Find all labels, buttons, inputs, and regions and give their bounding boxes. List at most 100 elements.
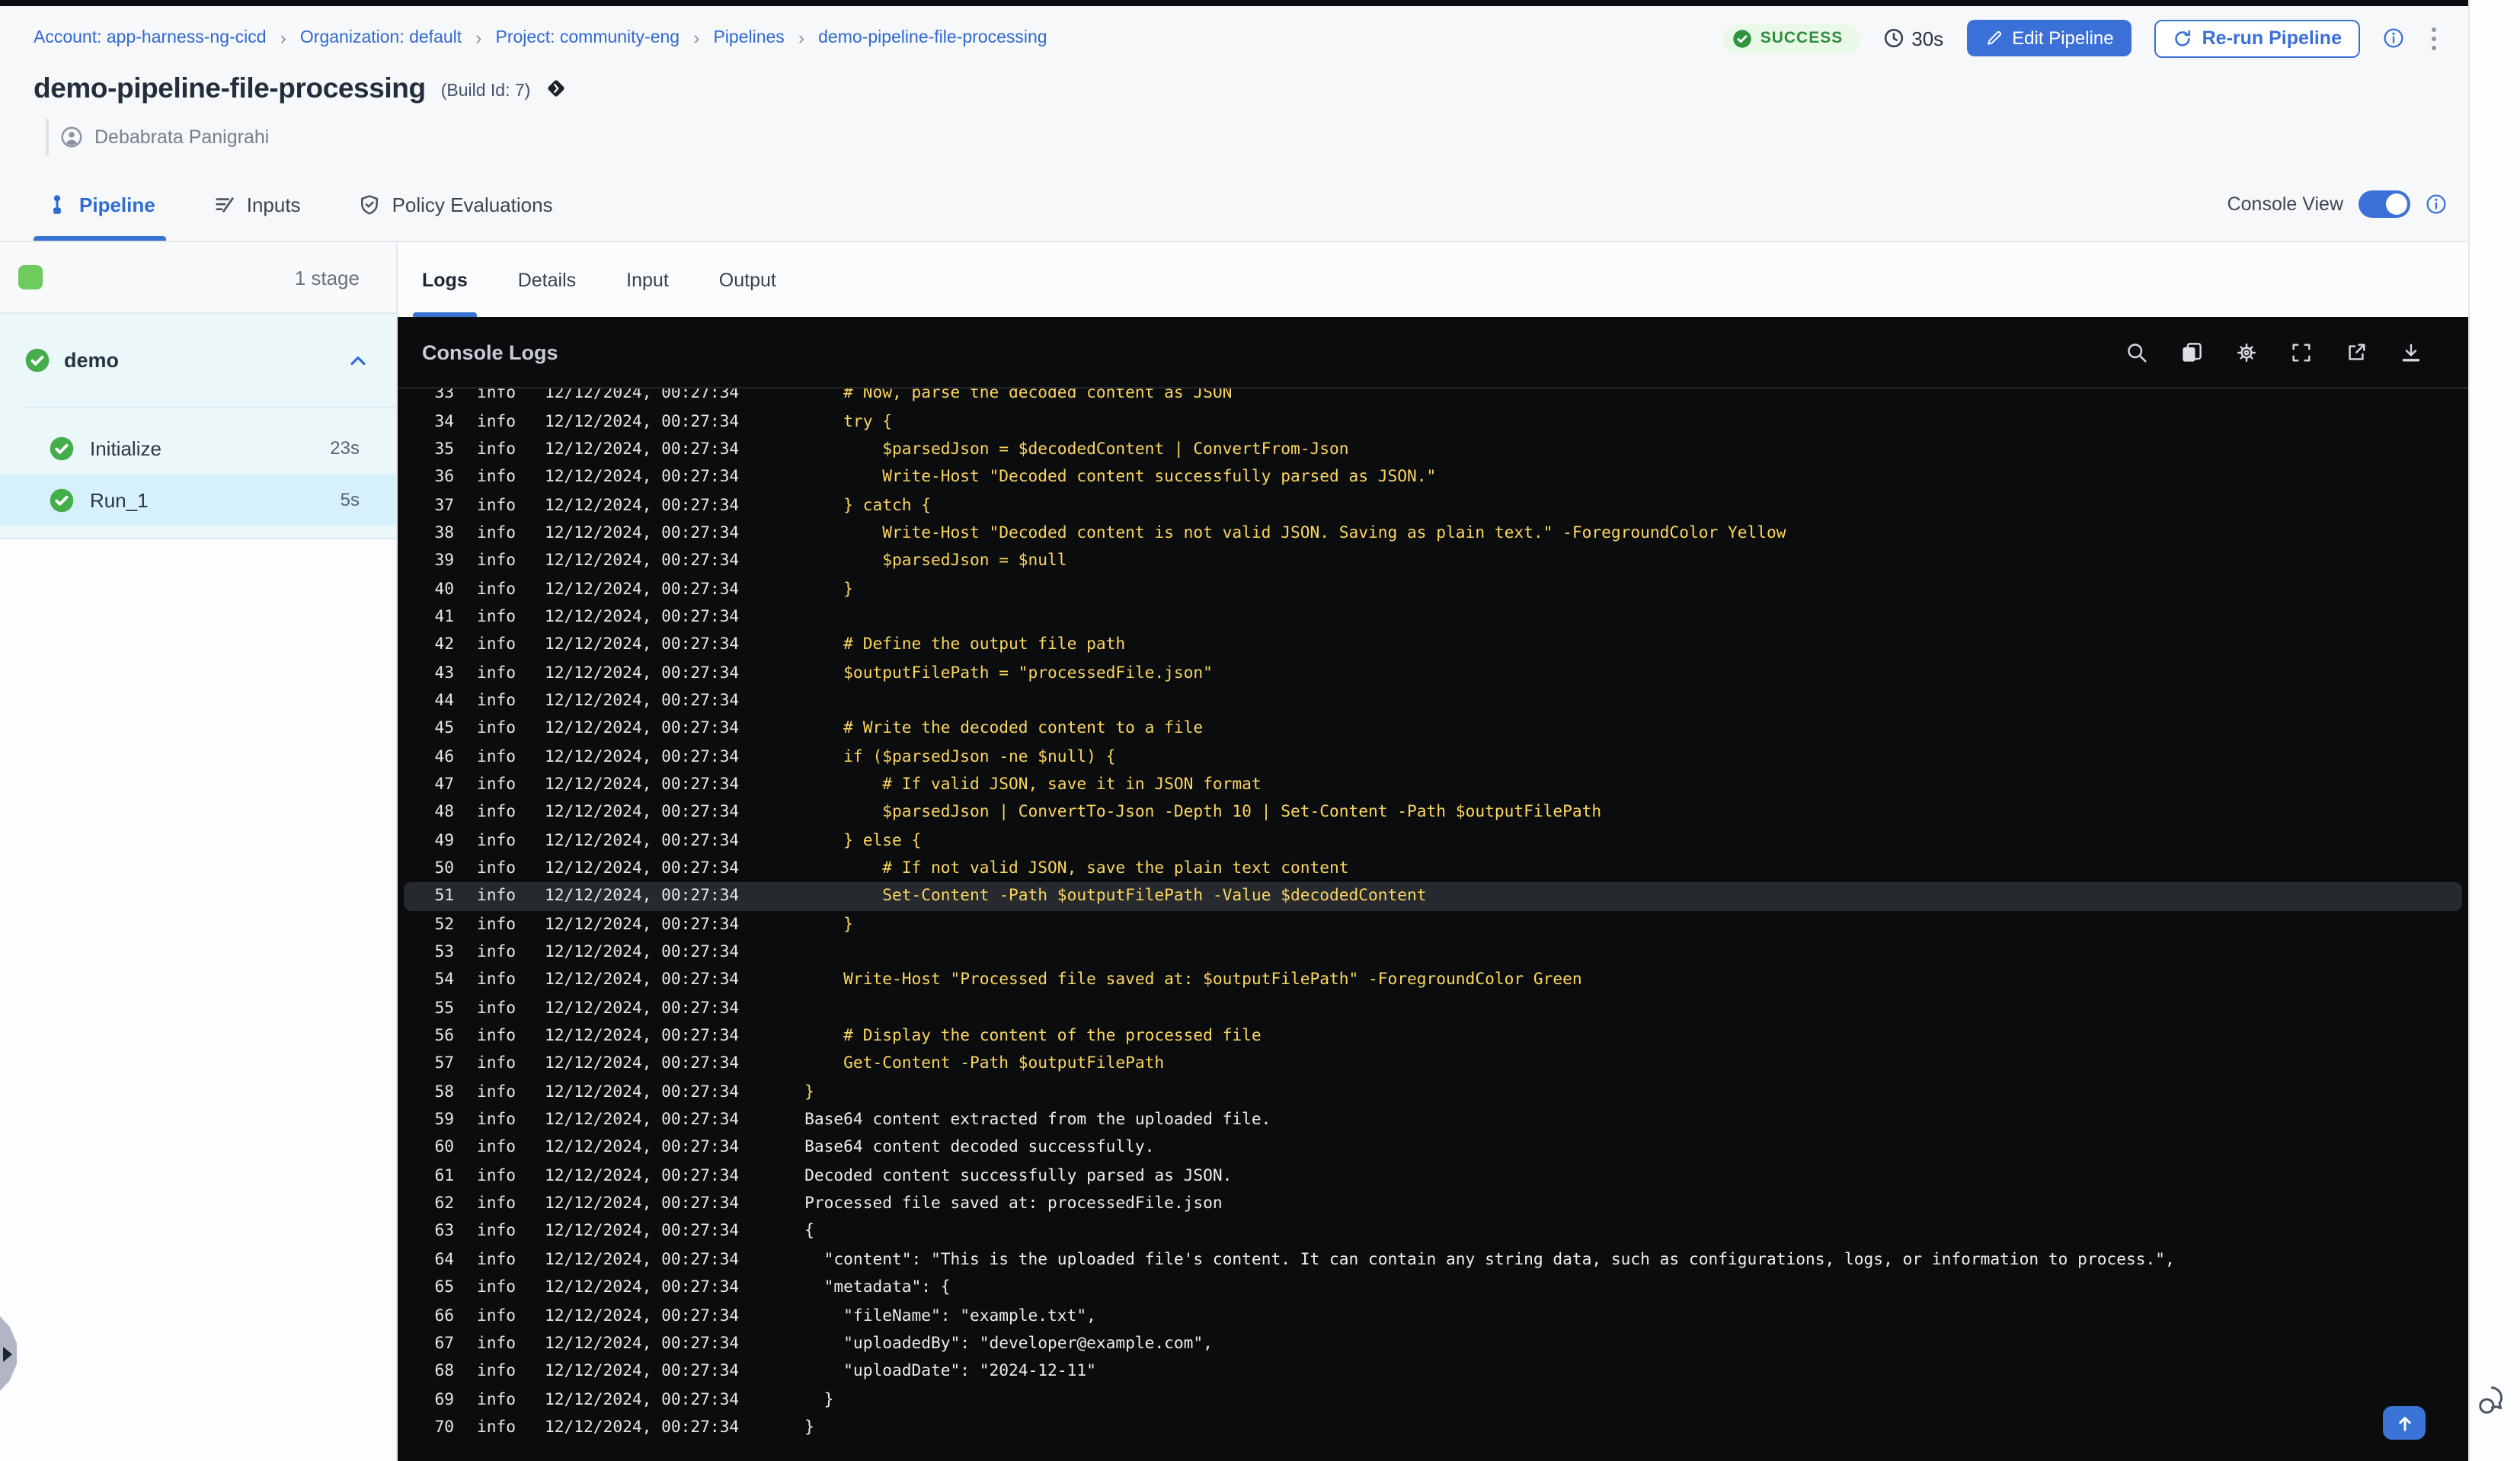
fullscreen-icon[interactable]	[2290, 340, 2313, 363]
log-line-52[interactable]: 52 info 12/12/2024, 00:27:34 }	[398, 910, 2468, 938]
log-line-67[interactable]: 67 info 12/12/2024, 00:27:34 "uploadedBy":…	[398, 1329, 2468, 1357]
log-timestamp: 12/12/2024, 00:27:34	[545, 943, 740, 962]
log-text: Set-Content -Path $outputFilePath -Value…	[804, 887, 1427, 906]
refresh-icon	[2175, 29, 2191, 46]
log-line-36[interactable]: 36 info 12/12/2024, 00:27:34 Write-Host "D…	[398, 463, 2468, 491]
open-in-new-icon[interactable]	[2345, 340, 2368, 363]
log-line-63[interactable]: 63 info 12/12/2024, 00:27:34 {	[398, 1218, 2468, 1246]
breadcrumb-item[interactable]: demo-pipeline-file-processing	[818, 29, 1047, 47]
support-chat-icon[interactable]	[2476, 1383, 2514, 1424]
log-line-50[interactable]: 50 info 12/12/2024, 00:27:34 # If not vali…	[398, 855, 2468, 883]
log-text: Write-Host "Decoded content is not valid…	[804, 523, 1786, 542]
stage-group-header[interactable]: demo	[0, 314, 396, 407]
log-line-70[interactable]: 70 info 12/12/2024, 00:27:34}	[398, 1413, 2468, 1441]
breadcrumb-item[interactable]: Project: community-eng	[496, 29, 680, 47]
log-line-number: 51	[434, 887, 454, 906]
log-text: Base64 content decoded successfully.	[804, 1138, 1155, 1157]
more-options-menu-icon[interactable]	[2427, 22, 2441, 54]
log-line-54[interactable]: 54 info 12/12/2024, 00:27:34 Write-Host "P…	[398, 966, 2468, 994]
log-line-number: 33	[434, 388, 454, 403]
scroll-to-top-button[interactable]	[2383, 1406, 2426, 1440]
title-block: demo-pipeline-file-processing (Build Id:…	[34, 72, 567, 155]
log-line-60[interactable]: 60 info 12/12/2024, 00:27:34 Base64 content…	[398, 1134, 2468, 1162]
log-level: info	[477, 831, 516, 850]
edit-pipeline-button[interactable]: Edit Pipeline	[1966, 20, 2132, 56]
tab-pipeline[interactable]: Pipeline	[34, 168, 166, 241]
log-line-58[interactable]: 58 info 12/12/2024, 00:27:34}	[398, 1078, 2468, 1106]
chevron-up-icon[interactable]	[347, 350, 369, 371]
tab-inputs[interactable]: Inputs	[213, 168, 301, 241]
log-line-48[interactable]: 48 info 12/12/2024, 00:27:34 $parsedJson |…	[398, 798, 2468, 826]
log-line-number: 68	[434, 1362, 454, 1381]
breadcrumb-item[interactable]: Organization: default	[300, 29, 462, 47]
log-timestamp: 12/12/2024, 00:27:34	[545, 1138, 740, 1157]
log-line-number: 64	[434, 1250, 454, 1269]
copy-icon[interactable]	[2180, 340, 2203, 363]
console-view-info-icon[interactable]	[2426, 193, 2447, 215]
breadcrumb-separator: ›	[798, 27, 805, 49]
log-line-64[interactable]: 64 info 12/12/2024, 00:27:34 "content": "T…	[398, 1245, 2468, 1274]
log-line-62[interactable]: 62 info 12/12/2024, 00:27:34 Processed file…	[398, 1190, 2468, 1218]
console-view-toggle[interactable]	[2359, 190, 2410, 218]
log-line-68[interactable]: 68 info 12/12/2024, 00:27:34 "uploadDate":…	[398, 1357, 2468, 1386]
log-line-65[interactable]: 65 info 12/12/2024, 00:27:34 "metadata": {	[398, 1274, 2468, 1302]
log-line-41[interactable]: 41 info 12/12/2024, 00:27:34	[398, 603, 2468, 631]
log-level: info	[477, 1222, 516, 1241]
log-line-61[interactable]: 61 info 12/12/2024, 00:27:34 Decoded conten…	[398, 1162, 2468, 1190]
log-line-49[interactable]: 49 info 12/12/2024, 00:27:34 } else {	[398, 826, 2468, 855]
breadcrumb-item[interactable]: Pipelines	[713, 29, 784, 47]
log-line-34[interactable]: 34 info 12/12/2024, 00:27:34 try {	[398, 408, 2468, 436]
log-text: $parsedJson = $null	[804, 551, 1067, 571]
rerun-pipeline-button[interactable]: Re-run Pipeline	[2154, 19, 2360, 57]
log-line-number: 45	[434, 719, 454, 738]
breadcrumb-item[interactable]: Account: app-harness-ng-cicd	[34, 29, 267, 47]
console-view-control: Console View	[2227, 190, 2447, 218]
log-tab-input[interactable]: Input	[626, 242, 669, 317]
log-tab-details[interactable]: Details	[518, 242, 576, 317]
log-line-56[interactable]: 56 info 12/12/2024, 00:27:34 # Display the…	[398, 1022, 2468, 1050]
inputs-icon	[213, 193, 236, 216]
log-tab-logs[interactable]: Logs	[413, 242, 477, 317]
step-item-initialize[interactable]: Initialize 23s	[0, 422, 396, 474]
log-line-37[interactable]: 37 info 12/12/2024, 00:27:34 } catch {	[398, 491, 2468, 520]
log-line-53[interactable]: 53 info 12/12/2024, 00:27:34	[398, 938, 2468, 967]
log-line-46[interactable]: 46 info 12/12/2024, 00:27:34 if ($parsedJs…	[398, 743, 2468, 771]
log-line-69[interactable]: 69 info 12/12/2024, 00:27:34 }	[398, 1386, 2468, 1414]
info-icon[interactable]	[2383, 27, 2404, 49]
log-level: info	[477, 970, 516, 989]
download-icon[interactable]	[2400, 340, 2422, 363]
log-line-number: 56	[434, 1027, 454, 1046]
log-line-38[interactable]: 38 info 12/12/2024, 00:27:34 Write-Host "D…	[398, 519, 2468, 547]
log-line-33[interactable]: 33 info 12/12/2024, 00:27:34 # Now, parse …	[398, 388, 2468, 408]
log-area[interactable]: 33 info 12/12/2024, 00:27:34 # Now, parse …	[398, 388, 2468, 1461]
log-line-55[interactable]: 55 info 12/12/2024, 00:27:34	[398, 994, 2468, 1022]
log-level: info	[477, 607, 516, 626]
log-text: if ($parsedJson -ne $null) {	[804, 747, 1116, 766]
edit-pipeline-label: Edit Pipeline	[2012, 27, 2114, 49]
tab-policy-evaluations[interactable]: Policy Evaluations	[359, 168, 553, 241]
pipeline-diamond-icon[interactable]	[545, 78, 567, 99]
log-line-66[interactable]: 66 info 12/12/2024, 00:27:34 "fileName": "…	[398, 1302, 2468, 1330]
log-line-44[interactable]: 44 info 12/12/2024, 00:27:34	[398, 687, 2468, 715]
log-text: Base64 content extracted from the upload…	[804, 1111, 1271, 1130]
log-line-51[interactable]: 51 info 12/12/2024, 00:27:34 Set-Content -…	[404, 882, 2462, 911]
log-line-35[interactable]: 35 info 12/12/2024, 00:27:34 $parsedJson =…	[398, 435, 2468, 463]
log-line-47[interactable]: 47 info 12/12/2024, 00:27:34 # If valid JS…	[398, 771, 2468, 799]
stage-header: 1 stage	[0, 242, 396, 314]
log-line-39[interactable]: 39 info 12/12/2024, 00:27:34 $parsedJson =…	[398, 547, 2468, 575]
search-icon[interactable]	[2125, 340, 2148, 363]
log-timestamp: 12/12/2024, 00:27:34	[545, 551, 740, 571]
log-tab-output[interactable]: Output	[719, 242, 776, 317]
log-level: info	[477, 1082, 516, 1101]
log-line-59[interactable]: 59 info 12/12/2024, 00:27:34 Base64 content…	[398, 1106, 2468, 1134]
log-line-57[interactable]: 57 info 12/12/2024, 00:27:34 Get-Content -…	[398, 1050, 2468, 1079]
step-item-run_1[interactable]: Run_1 5s	[0, 474, 396, 526]
log-line-40[interactable]: 40 info 12/12/2024, 00:27:34 }	[398, 575, 2468, 603]
log-line-number: 48	[434, 803, 454, 822]
log-line-45[interactable]: 45 info 12/12/2024, 00:27:34 # Write the d…	[398, 715, 2468, 743]
settings-icon[interactable]	[2235, 340, 2258, 363]
log-line-42[interactable]: 42 info 12/12/2024, 00:27:34 # Define the …	[398, 631, 2468, 659]
log-level: info	[477, 1166, 516, 1185]
log-line-43[interactable]: 43 info 12/12/2024, 00:27:34 $outputFilePa…	[398, 659, 2468, 687]
log-level: info	[477, 496, 516, 515]
